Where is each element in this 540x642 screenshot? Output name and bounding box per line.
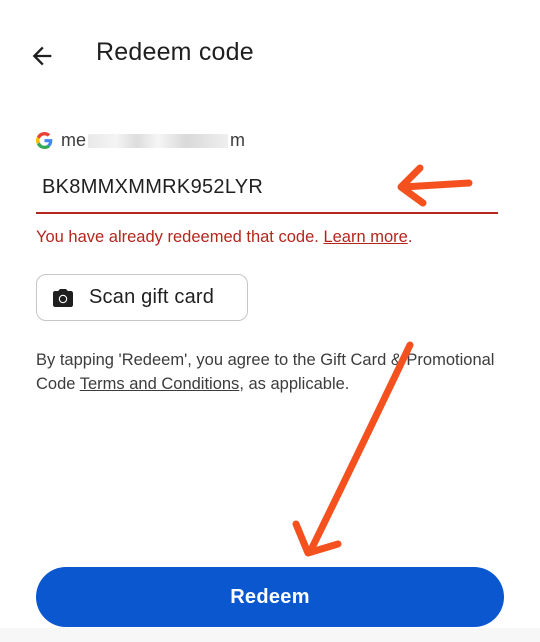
top-app-bar: Redeem code bbox=[0, 0, 540, 108]
account-row: me m bbox=[36, 128, 245, 152]
learn-more-link[interactable]: Learn more bbox=[323, 228, 407, 246]
google-g-icon bbox=[36, 131, 53, 149]
email-redacted bbox=[88, 133, 229, 148]
email-suffix: m bbox=[230, 129, 246, 150]
arrow-back-icon bbox=[32, 46, 52, 66]
camera-icon bbox=[53, 288, 73, 307]
error-end: . bbox=[407, 228, 413, 246]
email-prefix: me bbox=[61, 129, 87, 150]
terms-text: By tapping 'Redeem', you agree to the Gi… bbox=[36, 348, 506, 396]
error-text: You have already redeemed that code. bbox=[36, 228, 324, 246]
code-input[interactable] bbox=[42, 176, 462, 199]
back-button[interactable] bbox=[22, 36, 62, 76]
scan-gift-card-button[interactable]: Scan gift card bbox=[36, 274, 248, 321]
scan-gift-card-label: Scan gift card bbox=[89, 286, 215, 308]
page-title: Redeem code bbox=[96, 38, 254, 66]
terms-link[interactable]: Terms and Conditions bbox=[80, 375, 240, 393]
redeem-label: Redeem bbox=[230, 585, 310, 608]
account-email: me m bbox=[61, 130, 245, 151]
terms-after: , as applicable. bbox=[239, 375, 350, 393]
code-field[interactable] bbox=[36, 168, 498, 214]
redeem-button[interactable]: Redeem bbox=[36, 567, 504, 627]
bottom-edge bbox=[0, 628, 540, 642]
error-message: You have already redeemed that code. Lea… bbox=[36, 228, 412, 247]
